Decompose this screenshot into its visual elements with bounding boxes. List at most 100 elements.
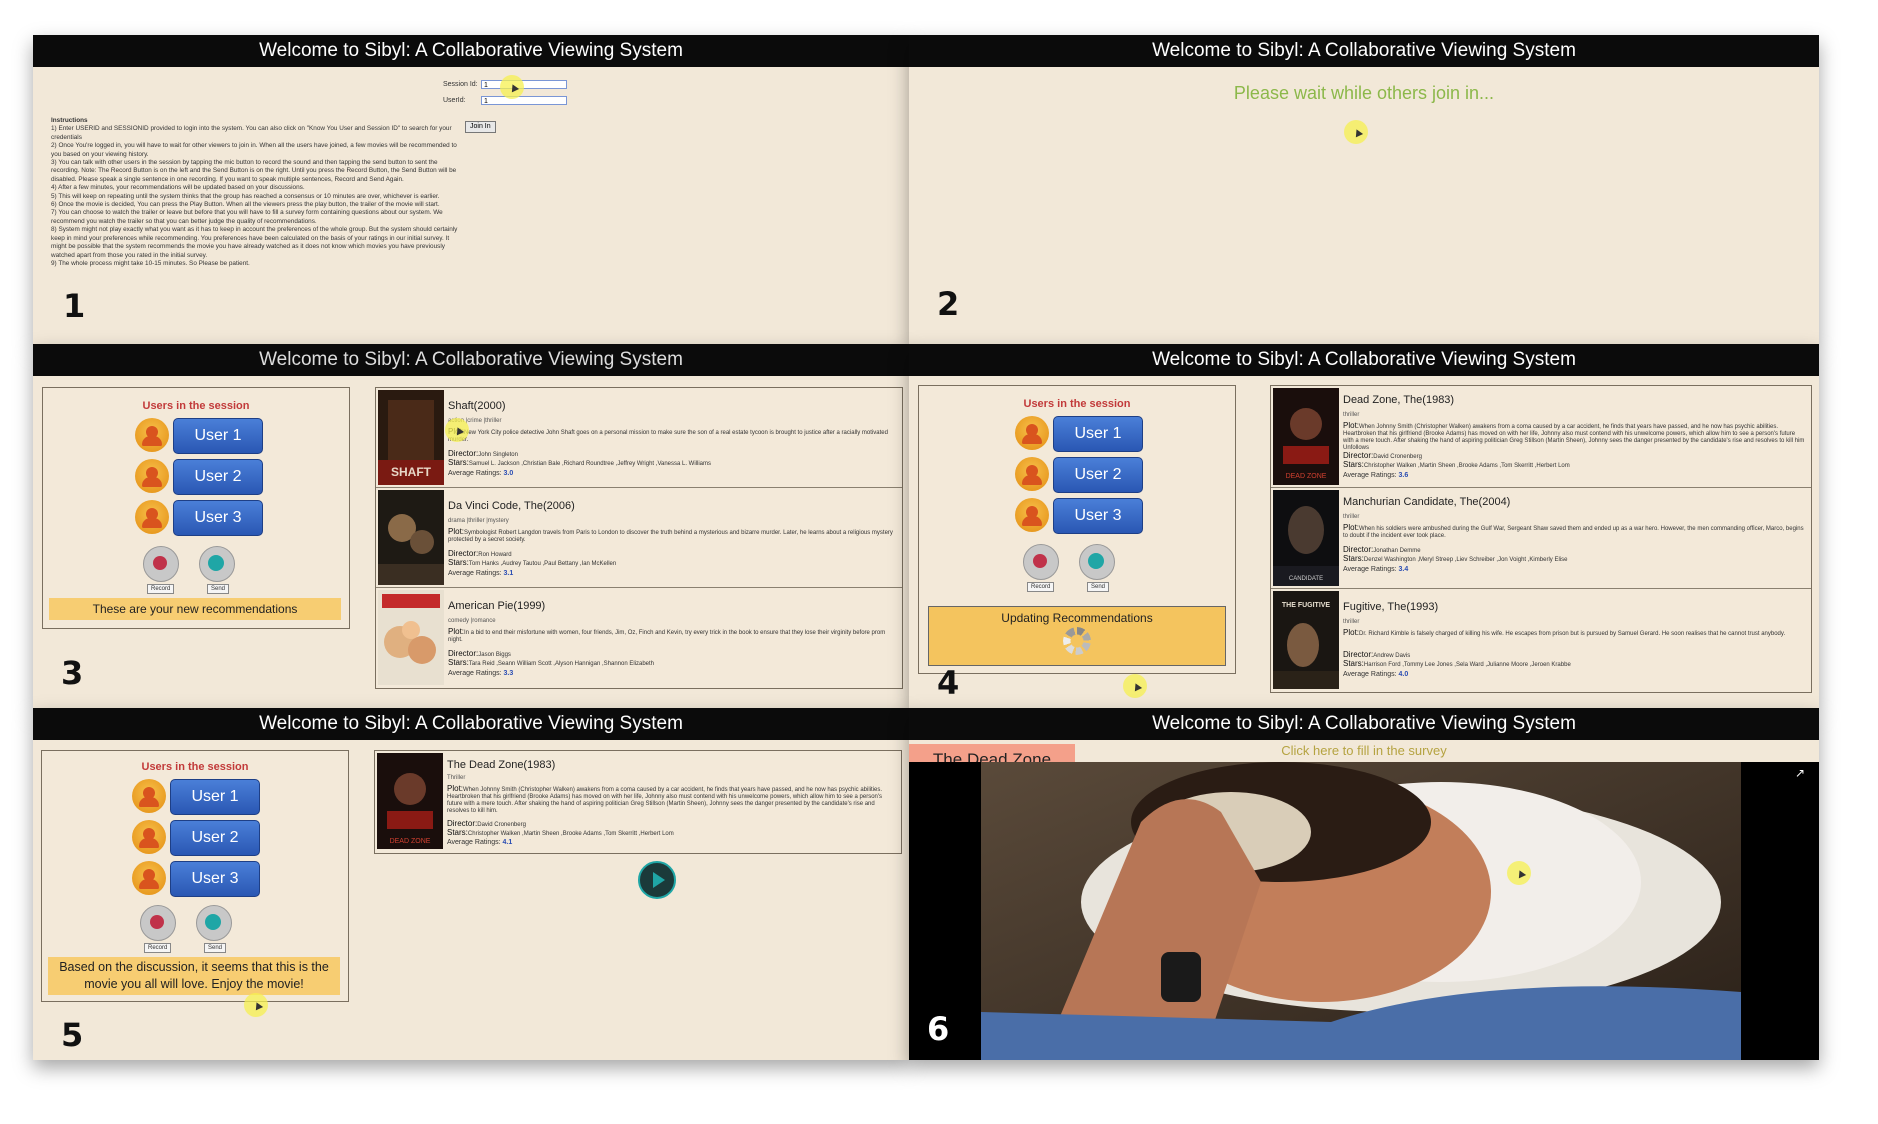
instruction-item: 5) This will keep on repeating until the…: [51, 192, 440, 200]
movie-rating: Average Ratings: 3.4: [1343, 566, 1409, 573]
instructions: Instructions 1) Enter USERID and SESSION…: [51, 117, 461, 268]
step-number: 2: [937, 285, 960, 323]
record-label: Record: [1027, 582, 1055, 592]
step-number: 4: [937, 664, 960, 702]
user-avatar-icon: [1015, 457, 1049, 491]
movie-stars: Stars:Samuel L. Jackson ,Christian Bale …: [448, 458, 712, 468]
header-title: Welcome to Sibyl: A Collaborative Viewin…: [909, 708, 1819, 740]
users-panel: Users in the session User 1 User 2 User …: [41, 750, 349, 1002]
header-title: Welcome to Sibyl: A Collaborative Viewin…: [909, 344, 1819, 376]
user-avatar-icon: [1015, 416, 1049, 450]
header-title: Welcome to Sibyl: A Collaborative Viewin…: [909, 35, 1819, 67]
user-3-button[interactable]: User 3: [1053, 498, 1143, 534]
movie-genre: thriller: [1343, 412, 1360, 418]
user-1-button[interactable]: User 1: [173, 418, 263, 454]
recommendation-list: DEAD ZONE Dead Zone, The(1983) thriller …: [1270, 385, 1812, 693]
movie-title: The Dead Zone(1983): [447, 759, 556, 771]
instruction-item: 8) System might not play exactly what yo…: [51, 226, 458, 259]
movie-stars: Stars:Denzel Washington ,Meryl Streep ,L…: [1343, 554, 1568, 564]
svg-text:CANDIDATE: CANDIDATE: [1289, 576, 1323, 582]
instruction-item: 6) Once the movie is decided, You can pr…: [51, 201, 440, 209]
user-id-label: UserId:: [443, 97, 466, 104]
users-title: Users in the session: [142, 400, 250, 412]
final-movie-card: DEAD ZONE The Dead Zone(1983) Thriller P…: [374, 750, 902, 854]
movie-plot: Plot:Symbologist Robert Langdon travels …: [448, 527, 893, 544]
movie-stars: Stars:Christopher Walken ,Martin Sheen ,…: [447, 828, 674, 838]
users-title: Users in the session: [141, 761, 249, 773]
updating-message: Updating Recommendations: [1001, 611, 1153, 625]
join-in-button[interactable]: Join In: [465, 121, 496, 133]
recommendations-message: These are your new recommendations: [49, 598, 341, 620]
play-icon[interactable]: [638, 861, 676, 899]
share-icon[interactable]: ↗: [1795, 766, 1805, 780]
panel-final-choice: Welcome to Sibyl: A Collaborative Viewin…: [33, 708, 909, 1060]
movie-rating: Average Ratings: 3.3: [448, 670, 514, 677]
step-number: 5: [61, 1016, 84, 1054]
user-id-input[interactable]: 1: [481, 96, 567, 105]
movie-title: Da Vinci Code, The(2006): [448, 500, 575, 512]
movie-title: Dead Zone, The(1983): [1343, 394, 1455, 406]
session-id-label: Session Id:: [443, 81, 478, 88]
panel-waiting: Welcome to Sibyl: A Collaborative Viewin…: [909, 35, 1819, 344]
record-label: Record: [147, 584, 175, 594]
user-avatar-icon: [135, 459, 169, 493]
mic-record-icon[interactable]: [143, 546, 179, 582]
instruction-item: 1) Enter USERID and SESSIONID provided t…: [51, 125, 452, 141]
send-stop-icon[interactable]: [1079, 544, 1115, 580]
svg-text:DEAD ZONE: DEAD ZONE: [390, 838, 431, 845]
user-1-button[interactable]: User 1: [1053, 416, 1143, 452]
movie-plot: Plot:New York City police detective John…: [448, 428, 888, 444]
movie-row[interactable]: American Pie(1999) comedy |romance Plot:…: [376, 588, 902, 687]
record-label: Record: [144, 943, 172, 953]
mouse-pointer-icon: [1123, 674, 1147, 698]
user-avatar-icon: [132, 779, 166, 813]
user-1-button[interactable]: User 1: [170, 779, 260, 815]
loading-spinner-icon: [1063, 627, 1091, 655]
updating-box: Updating Recommendations: [928, 606, 1226, 666]
panel-updating: Welcome to Sibyl: A Collaborative Viewin…: [909, 344, 1819, 708]
mic-record-icon[interactable]: [140, 905, 176, 941]
panel-recommendations: Welcome to Sibyl: A Collaborative Viewin…: [33, 344, 909, 708]
movie-plot: Plot:When Johnny Smith (Christopher Walk…: [447, 784, 883, 815]
movie-stars: Stars:Christopher Walken ,Martin Sheen ,…: [1343, 460, 1570, 470]
mouse-pointer-icon: [244, 993, 268, 1017]
svg-text:THE FUGITIVE: THE FUGITIVE: [1282, 602, 1331, 609]
user-avatar-icon: [135, 500, 169, 534]
movie-rating: Average Ratings: 4.1: [447, 839, 513, 846]
movie-poster-shaft: SHAFT: [378, 390, 444, 485]
movie-row[interactable]: DEAD ZONE Dead Zone, The(1983) thriller …: [1271, 386, 1811, 488]
movie-rating: Average Ratings: 3.6: [1343, 472, 1409, 479]
user-avatar-icon: [1015, 498, 1049, 532]
user-avatar-icon: [132, 861, 166, 895]
send-stop-icon[interactable]: [196, 905, 232, 941]
user-2-button[interactable]: User 2: [170, 820, 260, 856]
send-label: Send: [1087, 582, 1110, 592]
movie-genre: thriller: [1343, 514, 1360, 520]
mic-record-icon[interactable]: [1023, 544, 1059, 580]
movie-plot: Plot:When Johnny Smith (Christopher Walk…: [1343, 421, 1805, 452]
mouse-pointer-icon: [1344, 120, 1368, 144]
user-avatar-icon: [135, 418, 169, 452]
session-id-input[interactable]: 1: [481, 80, 567, 89]
send-label: Send: [204, 943, 227, 953]
panel-player: Welcome to Sibyl: A Collaborative Viewin…: [909, 708, 1819, 1060]
user-avatar-icon: [132, 820, 166, 854]
instruction-item: 2) Once You're logged in, you will have …: [51, 142, 457, 158]
step-number: 1: [63, 287, 86, 325]
movie-row[interactable]: Da Vinci Code, The(2006) drama |thriller…: [376, 488, 902, 588]
panel-login: Welcome to Sibyl: A Collaborative Viewin…: [33, 35, 909, 344]
user-2-button[interactable]: User 2: [1053, 457, 1143, 493]
video-player[interactable]: ↗: [909, 762, 1819, 1060]
user-3-button[interactable]: User 3: [170, 861, 260, 897]
movie-stars: Stars:Tom Hanks ,Audrey Tautou ,Paul Bet…: [448, 558, 617, 568]
movie-genre: drama |thriller |mystery: [448, 518, 509, 524]
movie-rating: Average Ratings: 3.1: [448, 570, 514, 577]
movie-genre: comedy |romance: [448, 618, 496, 624]
movie-row[interactable]: THE FUGITIVE Fugitive, The(1993) thrille…: [1271, 589, 1811, 691]
send-label: Send: [207, 584, 230, 594]
user-3-button[interactable]: User 3: [173, 500, 263, 536]
user-2-button[interactable]: User 2: [173, 459, 263, 495]
movie-row[interactable]: CANDIDATE Manchurian Candidate, The(2004…: [1271, 488, 1811, 589]
waiting-message: Please wait while others join in...: [1233, 83, 1495, 103]
send-stop-icon[interactable]: [199, 546, 235, 582]
